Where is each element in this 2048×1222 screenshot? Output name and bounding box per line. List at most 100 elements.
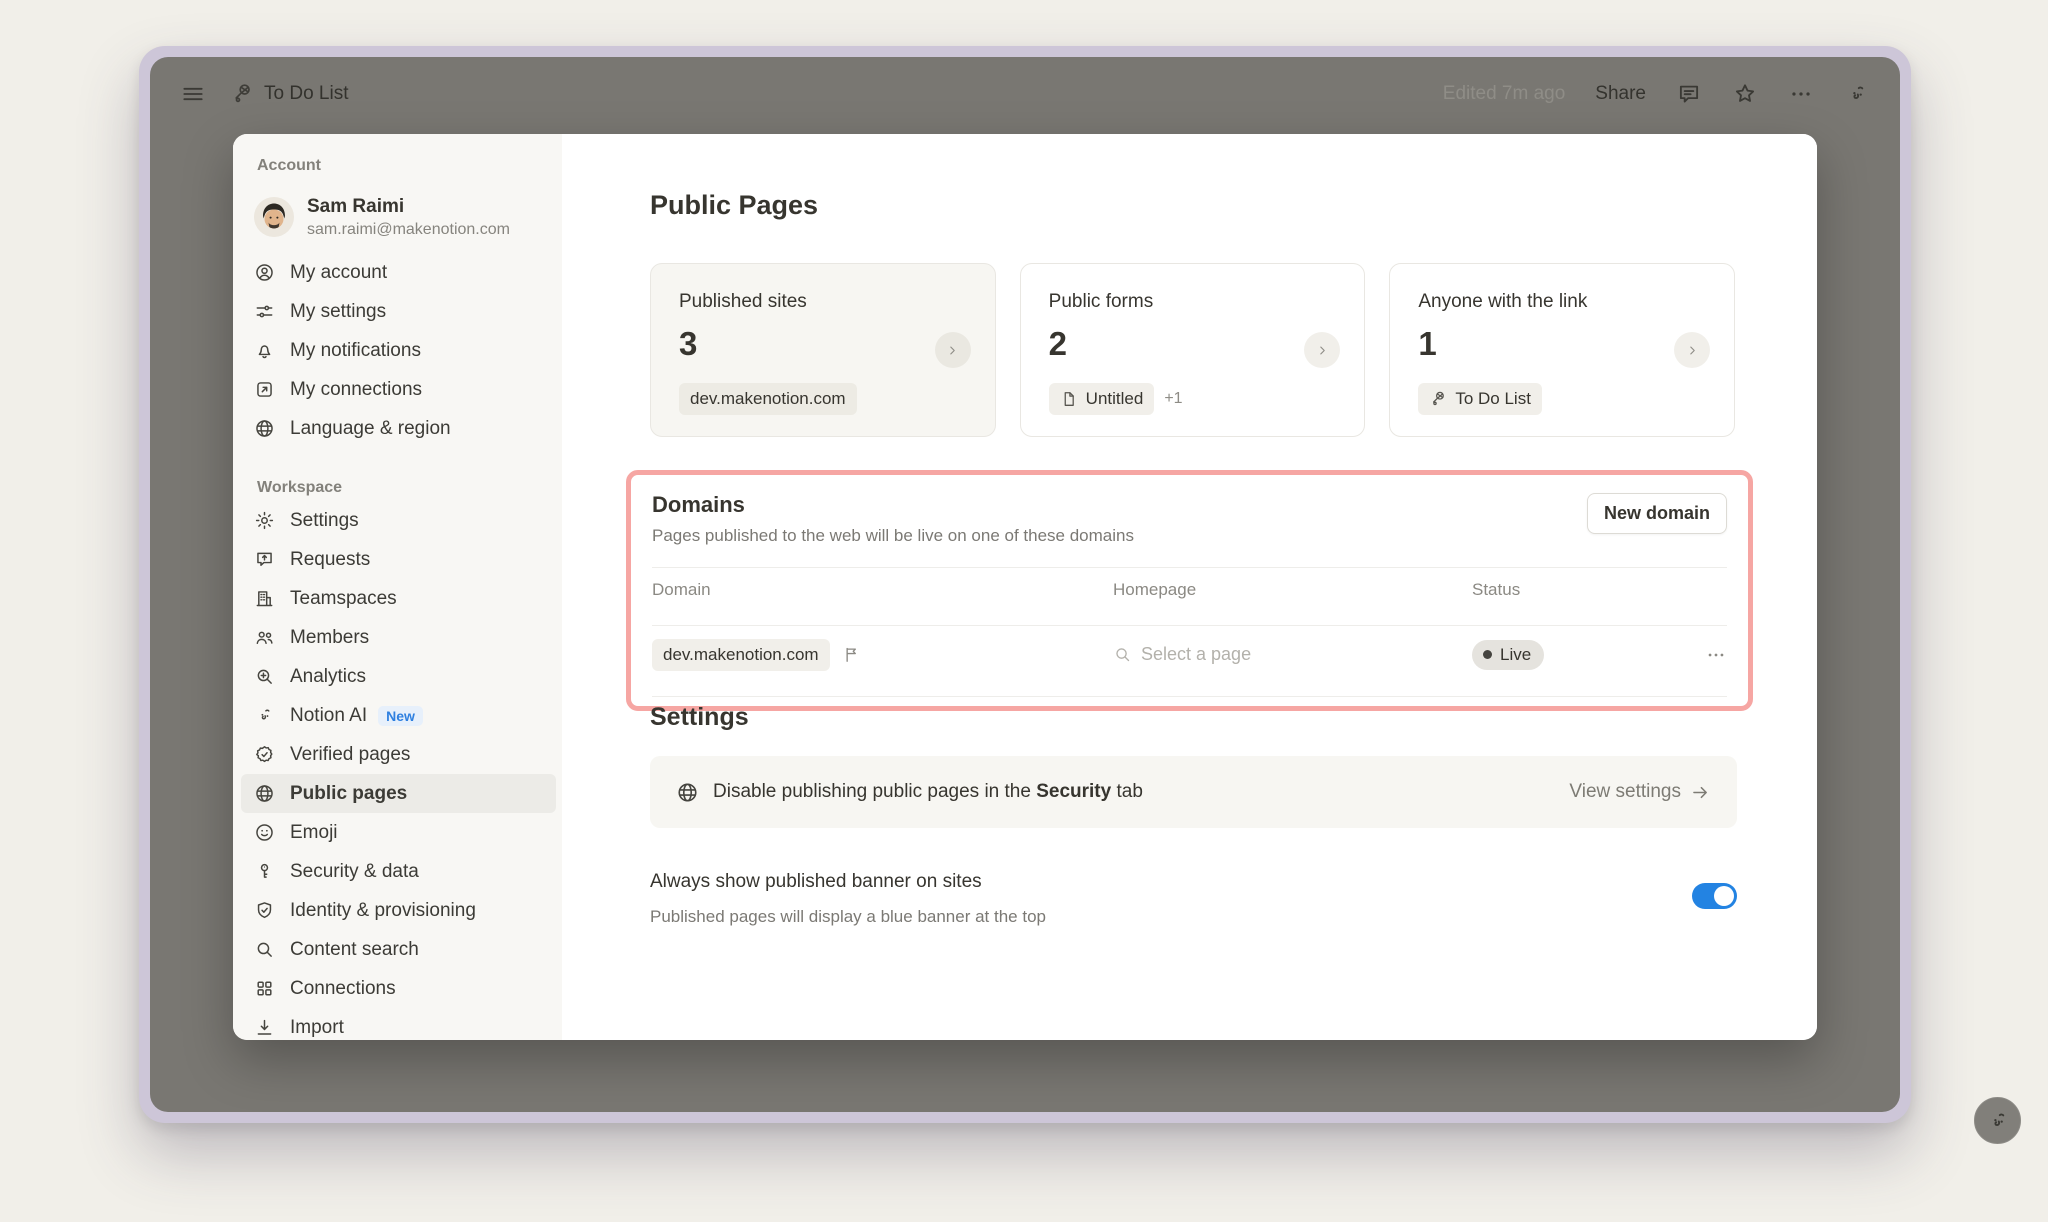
sidebar-item-notion-ai[interactable]: Notion AINew (233, 696, 562, 735)
chevron-right-icon (1685, 343, 1700, 358)
sidebar-item-connections[interactable]: Connections (233, 969, 562, 1008)
request-bubble-icon (254, 549, 275, 570)
flag-icon[interactable] (842, 645, 861, 664)
domains-title: Domains (652, 492, 1727, 518)
column-domain: Domain (652, 580, 1113, 600)
card-label: Public forms (1049, 291, 1337, 313)
new-domain-button[interactable]: New domain (1587, 493, 1727, 534)
globe-icon (254, 418, 275, 439)
ai-icon (254, 705, 275, 726)
sidebar-item-label: Connections (290, 978, 396, 1000)
view-settings-label: View settings (1569, 781, 1681, 803)
sidebar-item-members[interactable]: Members (233, 618, 562, 657)
sidebar-item-teamspaces[interactable]: Teamspaces (233, 579, 562, 618)
status-badge: Live (1472, 640, 1544, 670)
card-open-button[interactable] (1674, 332, 1710, 368)
ai-icon[interactable] (1844, 81, 1870, 107)
stat-card-anyone-with-the-link[interactable]: Anyone with the link 1 To Do List (1389, 263, 1735, 437)
person-circle-icon (254, 262, 275, 283)
arrow-up-right-box-icon (254, 379, 275, 400)
sidebar-item-label: Analytics (290, 666, 366, 688)
card-chip: To Do List (1418, 383, 1542, 415)
domains-table-header: Domain Homepage Status (652, 568, 1727, 612)
seal-check-icon (254, 744, 275, 765)
stat-card-published-sites[interactable]: Published sites3dev.makenotion.com (650, 263, 996, 437)
domains-subtitle: Pages published to the web will be live … (652, 526, 1727, 546)
app-topbar: To Do List Edited 7m ago Share (150, 57, 1900, 131)
magnifier-icon (254, 939, 275, 960)
card-open-button[interactable] (1304, 332, 1340, 368)
toggle-knob (1714, 886, 1734, 906)
card-label: Anyone with the link (1418, 291, 1706, 313)
status-cell: Live (1472, 640, 1687, 670)
star-icon[interactable] (1732, 81, 1758, 107)
sidebar-item-public-pages[interactable]: Public pages (241, 774, 556, 813)
status-label: Live (1500, 645, 1531, 665)
sidebar-item-security-data[interactable]: Security & data (233, 852, 562, 891)
card-chips: dev.makenotion.com (679, 383, 857, 415)
sidebar-toggle-icon[interactable] (180, 81, 206, 107)
profile-name: Sam Raimi (307, 195, 510, 219)
row-menu-button[interactable] (1705, 644, 1727, 666)
desktop: To Do List Edited 7m ago Share AccountSa… (0, 0, 2048, 1222)
sidebar-item-label: Emoji (290, 822, 338, 844)
sidebar-item-label: Verified pages (290, 744, 410, 766)
settings-dialog: AccountSam Raimisam.raimi@makenotion.com… (233, 134, 1817, 1040)
sidebar-item-my-settings[interactable]: My settings (233, 292, 562, 331)
sidebar-item-requests[interactable]: Requests (233, 540, 562, 579)
share-button[interactable]: Share (1595, 83, 1646, 105)
edited-timestamp: Edited 7m ago (1443, 83, 1566, 105)
sidebar-item-language-region[interactable]: Language & region (233, 409, 562, 448)
banner-toggle-switch[interactable] (1692, 883, 1737, 909)
banner-toggle-row: Always show published banner on sites Pu… (650, 871, 1737, 927)
avatar (254, 197, 294, 237)
people-icon (254, 627, 275, 648)
stat-card-public-forms[interactable]: Public forms2Untitled+1 (1020, 263, 1366, 437)
sidebar-item-verified-pages[interactable]: Verified pages (233, 735, 562, 774)
profile-row[interactable]: Sam Raimisam.raimi@makenotion.com (254, 189, 562, 245)
chip-label: Untitled (1086, 389, 1144, 409)
notice-pre: Disable publishing public pages in the (713, 781, 1036, 802)
section-gap (233, 448, 562, 479)
card-label: Published sites (679, 291, 967, 313)
profile-text: Sam Raimisam.raimi@makenotion.com (307, 195, 510, 240)
card-open-button[interactable] (935, 332, 971, 368)
notion-ai-floating-button[interactable] (1974, 1097, 2021, 1144)
globe-icon (676, 781, 699, 804)
domain-row: dev.makenotion.com Select a page Live (652, 626, 1727, 683)
shield-check-icon (254, 900, 275, 921)
bell-icon (254, 340, 275, 361)
sidebar-item-label: Teamspaces (290, 588, 397, 610)
select-a-page-input[interactable]: Select a page (1113, 644, 1472, 665)
sidebar-item-import[interactable]: Import (233, 1008, 562, 1040)
comment-icon[interactable] (1676, 81, 1702, 107)
sidebar-item-identity-provisioning[interactable]: Identity & provisioning (233, 891, 562, 930)
sidebar-item-label: My account (290, 262, 387, 284)
sidebar-item-label: Settings (290, 510, 359, 532)
sidebar-item-label: Public pages (290, 783, 407, 805)
sidebar-item-label: Notion AI (290, 705, 367, 727)
domain-chip[interactable]: dev.makenotion.com (652, 639, 830, 671)
sidebar-item-my-account[interactable]: My account (233, 253, 562, 292)
sidebar-item-label: Requests (290, 549, 370, 571)
building-icon (254, 588, 275, 609)
settings-sidebar: AccountSam Raimisam.raimi@makenotion.com… (233, 134, 562, 1040)
domains-section-highlighted: Domains Pages published to the web will … (626, 470, 1753, 711)
ellipsis-icon[interactable] (1788, 81, 1814, 107)
card-count: 1 (1418, 325, 1706, 363)
grid-icon (254, 978, 275, 999)
sidebar-item-content-search[interactable]: Content search (233, 930, 562, 969)
breadcrumb-page-title[interactable]: To Do List (264, 83, 348, 105)
view-settings-link[interactable]: View settings (1569, 781, 1711, 803)
sidebar-item-my-connections[interactable]: My connections (233, 370, 562, 409)
domains-table-body: dev.makenotion.com Select a page Live (652, 626, 1727, 683)
arrow-right-icon (1690, 782, 1711, 803)
sidebar-item-emoji[interactable]: Emoji (233, 813, 562, 852)
sidebar-item-analytics[interactable]: Analytics (233, 657, 562, 696)
topbar-actions (1646, 81, 1870, 107)
sidebar-item-label: Security & data (290, 861, 419, 883)
notice-post: tab (1111, 781, 1143, 802)
sidebar-item-my-notifications[interactable]: My notifications (233, 331, 562, 370)
sidebar-item-settings[interactable]: Settings (233, 501, 562, 540)
banner-toggle-description: Published pages will display a blue bann… (650, 907, 1737, 927)
